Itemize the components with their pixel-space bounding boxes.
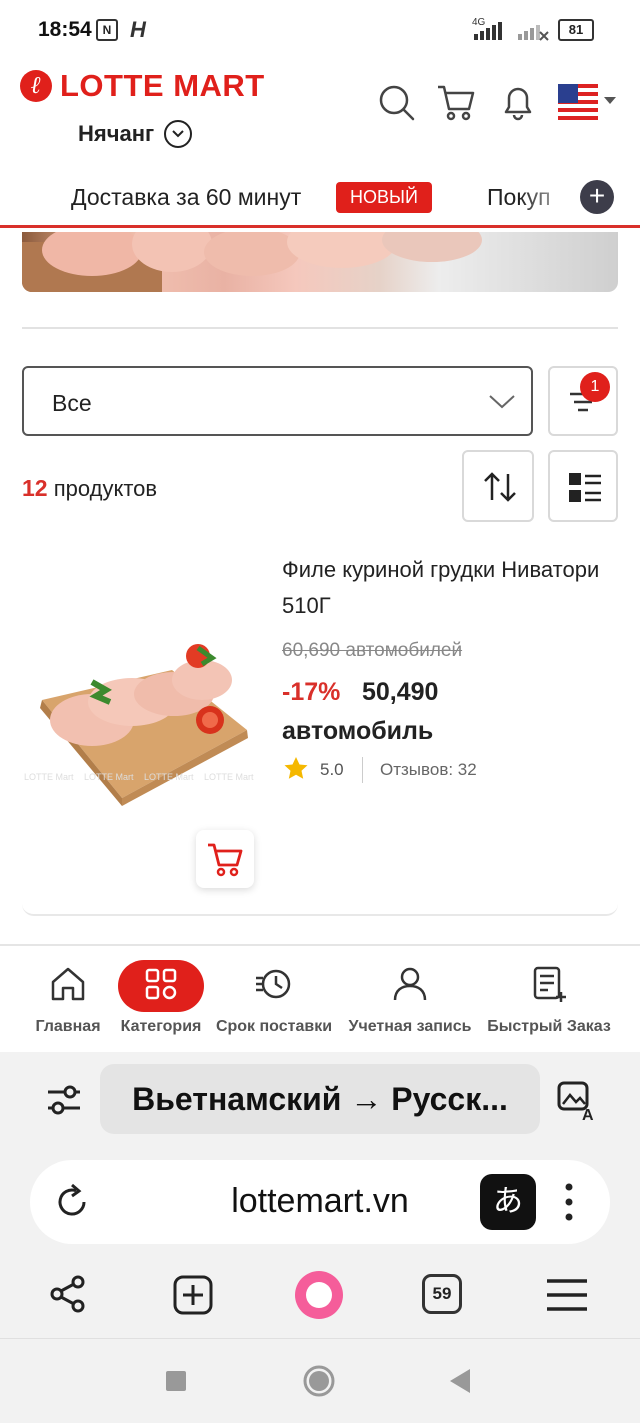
nav-delivery-time-label: Срок поставки (215, 1018, 333, 1035)
tabs-count-icon[interactable]: 59 (422, 1274, 462, 1314)
system-navigation-bar (0, 1338, 640, 1423)
new-badge: НОВЫЙ (336, 182, 432, 213)
home-icon (51, 967, 85, 1001)
home-button-icon[interactable] (302, 1364, 336, 1398)
logo-mark: ℓ (20, 70, 52, 102)
tabs-fade (520, 174, 580, 224)
search-icon[interactable] (376, 82, 416, 122)
logo-text: LOTTE MART (60, 68, 265, 103)
nav-category-label: Категория (120, 1018, 202, 1035)
battery-level: 81 (568, 22, 584, 37)
service-tabs: Доставка за 60 минут НОВЫЙ Покуп + (0, 174, 640, 228)
nav-quick-order[interactable]: Быстрый Заказ (482, 946, 616, 1046)
lotte-mart-logo[interactable]: ℓ LOTTE MART (20, 68, 265, 104)
product-price: 50,490 (362, 678, 439, 706)
nfc-icon: N (96, 19, 118, 41)
page-translate-icon[interactable]: あ (480, 1174, 536, 1230)
category-select[interactable]: Все (22, 366, 533, 436)
category-grid-icon (145, 968, 177, 1000)
bottom-navigation: Главная Категория Срок поставки Учетная … (0, 944, 640, 1052)
sort-arrows-icon (484, 472, 516, 502)
us-flag-icon[interactable] (558, 84, 598, 120)
signal-icon (474, 22, 549, 41)
browser-translate-bar: Вьетнамский → Русск... A (0, 1052, 640, 1148)
user-icon (393, 967, 427, 1001)
cart-icon[interactable] (436, 82, 476, 122)
new-tab-icon[interactable] (172, 1274, 214, 1316)
translate-language-pill[interactable]: Вьетнамский → Русск... (100, 1064, 540, 1134)
translate-settings-icon[interactable] (44, 1080, 84, 1120)
nav-home[interactable]: Главная (30, 946, 106, 1046)
plus-icon[interactable]: + (580, 180, 614, 214)
cart-icon (208, 843, 243, 877)
h-network-icon: H (130, 17, 146, 42)
nav-home-label: Главная (35, 1018, 101, 1035)
star-icon (284, 757, 308, 779)
chicken-banner-illustration (22, 232, 482, 292)
city-name: Нячанг (78, 121, 155, 146)
product-watermark: LOTTE Mart (24, 772, 74, 782)
add-to-cart-button[interactable] (196, 830, 254, 888)
product-count-number: 12 (22, 475, 48, 501)
status-time: 18:54 (38, 18, 92, 41)
tab-delivery-60[interactable]: Доставка за 60 минут (71, 184, 301, 211)
language-dropdown-icon[interactable] (603, 96, 617, 106)
address-bar[interactable]: lottemart.vn あ (30, 1160, 610, 1244)
browser-chrome: lottemart.vn あ 59 (0, 1148, 640, 1423)
chevron-down-icon (489, 395, 515, 409)
product-name[interactable]: Филе куриной грудки Ниватори 510Г (282, 552, 602, 624)
city-selector[interactable]: Нячанг (78, 120, 193, 148)
battery-icon: 81 (558, 19, 594, 41)
product-rating: 5.0 (320, 760, 344, 779)
product-watermark: LOTTE Mart (144, 772, 194, 782)
more-menu-icon[interactable] (564, 1182, 574, 1222)
nav-category[interactable]: Категория (116, 946, 206, 1046)
quick-order-icon (533, 966, 566, 1002)
category-banner-image (22, 232, 618, 292)
site-header: ℓ LOTTE MART Нячанг Доставка за 60 минут… (0, 62, 640, 232)
category-select-value: Все (52, 390, 92, 416)
list-view-icon (569, 473, 601, 502)
hamburger-menu-icon[interactable] (546, 1278, 588, 1312)
product-count: 12 продуктов (22, 475, 157, 502)
svg-text:A: A (582, 1107, 594, 1122)
nav-quick-order-label: Быстрый Заказ (487, 1018, 611, 1035)
product-count-label: продуктов (53, 476, 158, 501)
rating-separator (362, 757, 363, 783)
status-bar: 18:54 N H 4G 81 (0, 0, 640, 62)
product-image[interactable]: LOTTE Mart LOTTE Mart LOTTE Mart LOTTE M… (22, 620, 256, 810)
clock-history-icon (256, 969, 291, 999)
product-old-price: 60,690 автомобилей (282, 640, 463, 661)
nav-account-label: Учетная запись (348, 1018, 472, 1035)
bell-icon[interactable] (498, 82, 538, 122)
image-translate-icon[interactable]: A (556, 1080, 598, 1122)
product-price-unit: автомобиль (282, 717, 434, 745)
filter-count-badge: 1 (580, 372, 610, 402)
back-icon[interactable] (448, 1367, 472, 1395)
nav-account[interactable]: Учетная запись (344, 946, 476, 1046)
section-divider (22, 327, 618, 329)
share-icon[interactable] (48, 1274, 88, 1314)
sort-button[interactable] (462, 450, 534, 522)
product-watermark: LOTTE Mart (84, 772, 134, 782)
view-toggle-button[interactable] (548, 450, 618, 522)
product-reviews[interactable]: Отзывов: 32 (380, 760, 477, 780)
alice-assistant-icon[interactable] (292, 1268, 346, 1322)
product-watermark: LOTTE Mart (204, 772, 254, 782)
nav-delivery-time[interactable]: Срок поставки (210, 946, 338, 1046)
chevron-down-icon (164, 120, 193, 148)
product-discount: -17% (282, 678, 341, 706)
recent-apps-icon[interactable] (164, 1369, 188, 1393)
